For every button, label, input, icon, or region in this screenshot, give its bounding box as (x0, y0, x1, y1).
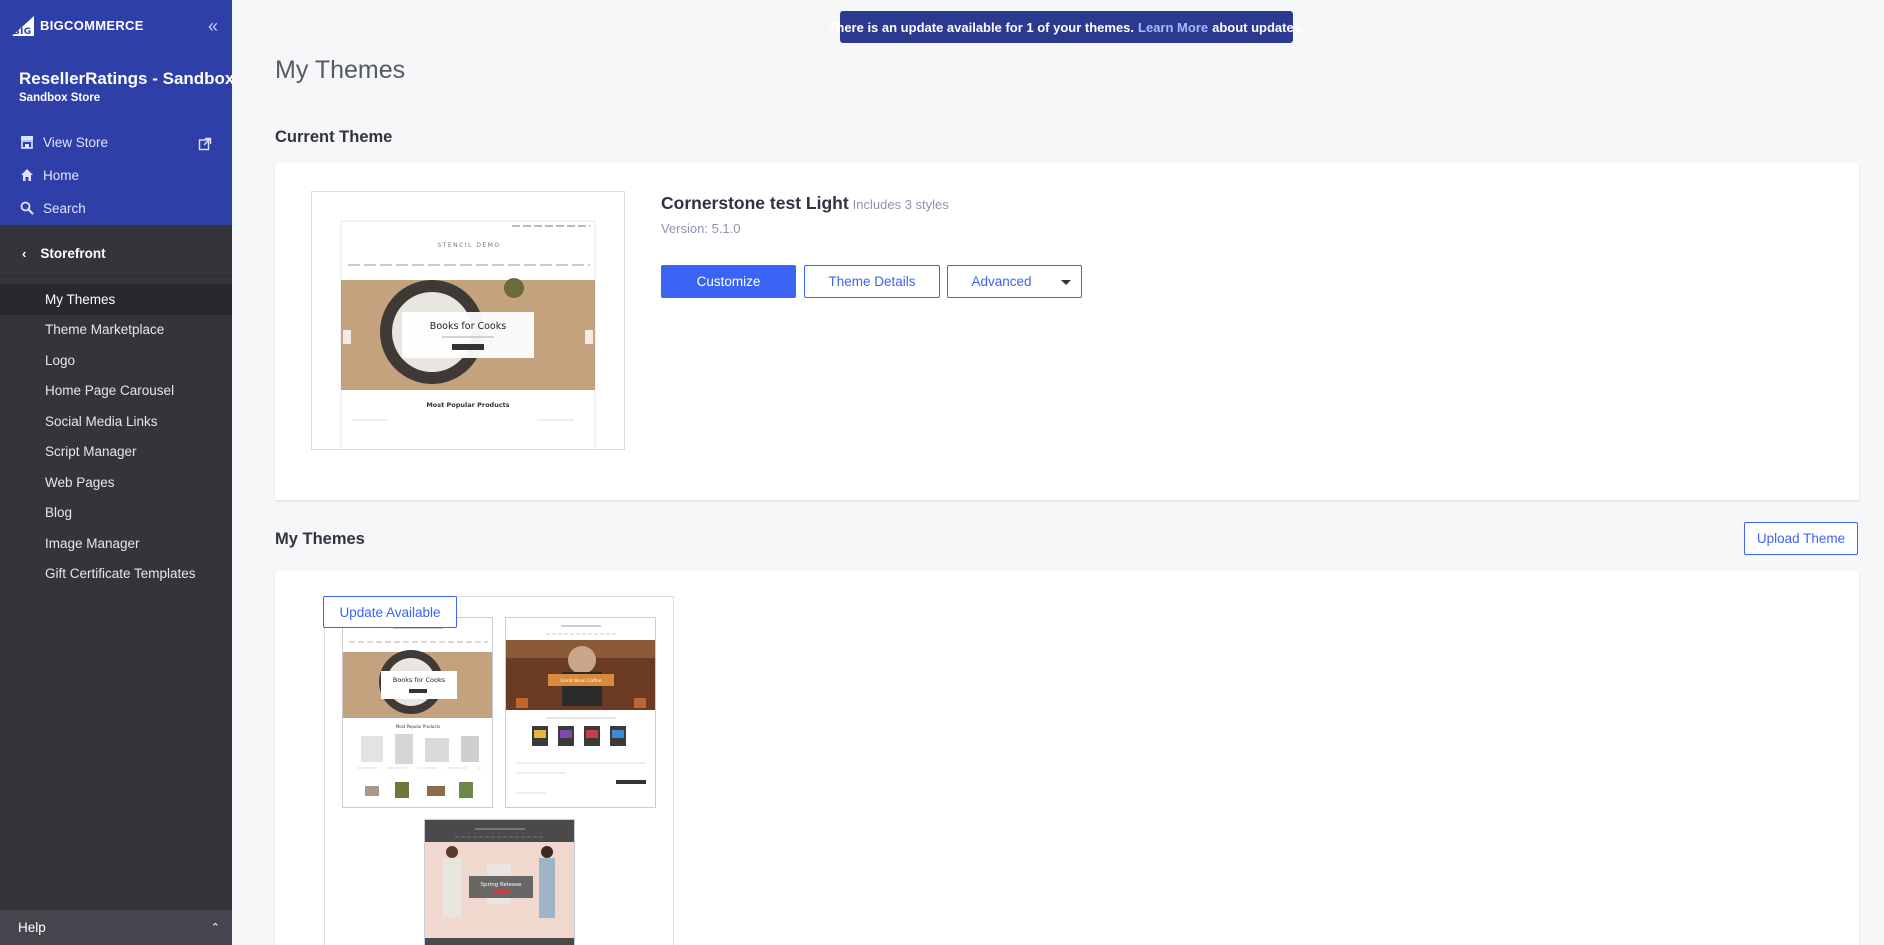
bigcommerce-logo-icon: BIG (12, 14, 38, 36)
search-link[interactable]: Search (19, 200, 86, 216)
chevron-up-icon: ⌃ (210, 922, 220, 934)
search-label: Search (43, 200, 86, 216)
collapse-sidebar-button[interactable]: « (208, 16, 218, 37)
current-theme-panel: STENCIL DEMO Books for Cooks Most Popula… (275, 163, 1859, 500)
nav-item-home-page-carousel[interactable]: Home Page Carousel (0, 376, 232, 407)
nav-item-theme-marketplace[interactable]: Theme Marketplace (0, 315, 232, 346)
theme-style-preview-light[interactable]: Books for Cooks Most Popular Products (342, 617, 493, 808)
nav-item-image-manager[interactable]: Image Manager (0, 528, 232, 559)
nav-item-web-pages[interactable]: Web Pages (0, 467, 232, 498)
brand-logo[interactable]: BIG BIGCOMMERCE (12, 14, 144, 36)
theme-details-button[interactable]: Theme Details (804, 265, 940, 298)
update-banner: There is an update available for 1 of yo… (828, 11, 1305, 43)
light-preview-heading: Most Popular Products (396, 724, 440, 729)
search-icon (19, 200, 35, 216)
storefront-nav: My Themes Theme Marketplace Logo Home Pa… (0, 284, 232, 589)
theme-name-text: Cornerstone test Light (661, 193, 849, 213)
theme-card[interactable]: Books for Cooks Most Popular Products Gr… (324, 596, 674, 945)
bold-preview-hero: Spring Release (481, 882, 523, 888)
svg-text:BIG: BIG (13, 27, 32, 36)
customize-button[interactable]: Customize (661, 265, 796, 298)
upload-theme-button[interactable]: Upload Theme (1744, 522, 1858, 555)
advanced-label: Advanced (971, 274, 1032, 289)
light-preview-hero: Books for Cooks (393, 676, 446, 684)
nav-item-my-themes[interactable]: My Themes (0, 284, 232, 315)
chevron-left-icon: ‹ (22, 245, 27, 261)
help-label: Help (18, 920, 46, 935)
caret-down-icon (1061, 280, 1071, 285)
theme-styles-count: Includes 3 styles (852, 197, 949, 212)
external-link-icon[interactable] (198, 137, 212, 151)
nav-item-logo[interactable]: Logo (0, 345, 232, 376)
banner-text-suffix: about updates. (1212, 19, 1305, 35)
nav-item-script-manager[interactable]: Script Manager (0, 437, 232, 468)
sidebar: BIG BIGCOMMERCE « ResellerRatings - Sand… (0, 0, 235, 945)
current-theme-preview[interactable]: STENCIL DEMO Books for Cooks Most Popula… (311, 191, 625, 450)
nav-item-blog[interactable]: Blog (0, 498, 232, 529)
theme-version: Version: 5.1.0 (661, 221, 741, 236)
store-name: ResellerRatings - Sandbox (19, 69, 235, 88)
home-label: Home (43, 167, 80, 183)
current-theme-name: Cornerstone test Light Includes 3 styles (661, 193, 949, 214)
theme-style-preview-bold[interactable]: Spring Release (424, 819, 575, 945)
view-store-label: View Store (43, 134, 109, 150)
warm-preview-hero: Great Bean Coffee (560, 678, 602, 684)
store-subtitle: Sandbox Store (19, 92, 101, 104)
nav-item-gift-certificate-templates[interactable]: Gift Certificate Templates (0, 559, 232, 590)
preview-section-heading: Most Popular Products (426, 401, 509, 409)
view-store-link[interactable]: View Store (19, 134, 108, 150)
current-theme-heading: Current Theme (275, 128, 393, 146)
banner-text-prefix: There is an update available for 1 of yo… (828, 19, 1135, 35)
storefront-label: Storefront (40, 245, 106, 261)
learn-more-link[interactable]: Learn More (1138, 20, 1208, 35)
storefront-back-link[interactable]: ‹ Storefront (0, 238, 232, 268)
nav-item-social-media-links[interactable]: Social Media Links (0, 406, 232, 437)
page-title: My Themes (275, 56, 406, 84)
sidebar-divider (0, 275, 232, 276)
main-content: There is an update available for 1 of yo… (232, 0, 1884, 945)
theme-style-preview-warm[interactable]: Great Bean Coffee (505, 617, 656, 808)
home-icon (19, 167, 35, 183)
store-icon (19, 134, 35, 150)
preview-hero-title: Books for Cooks (430, 321, 506, 332)
home-link[interactable]: Home (19, 167, 79, 183)
advanced-dropdown[interactable]: Advanced (947, 265, 1082, 298)
help-bar[interactable]: Help ⌃ (0, 910, 232, 945)
my-themes-panel: Books for Cooks Most Popular Products Gr… (275, 571, 1859, 945)
update-available-badge[interactable]: Update Available (323, 596, 457, 628)
my-themes-heading: My Themes (275, 530, 365, 548)
brand-name: BIGCOMMERCE (40, 17, 144, 33)
sidebar-header: BIG BIGCOMMERCE « ResellerRatings - Sand… (0, 0, 235, 225)
preview-store-title: STENCIL DEMO (437, 242, 500, 249)
